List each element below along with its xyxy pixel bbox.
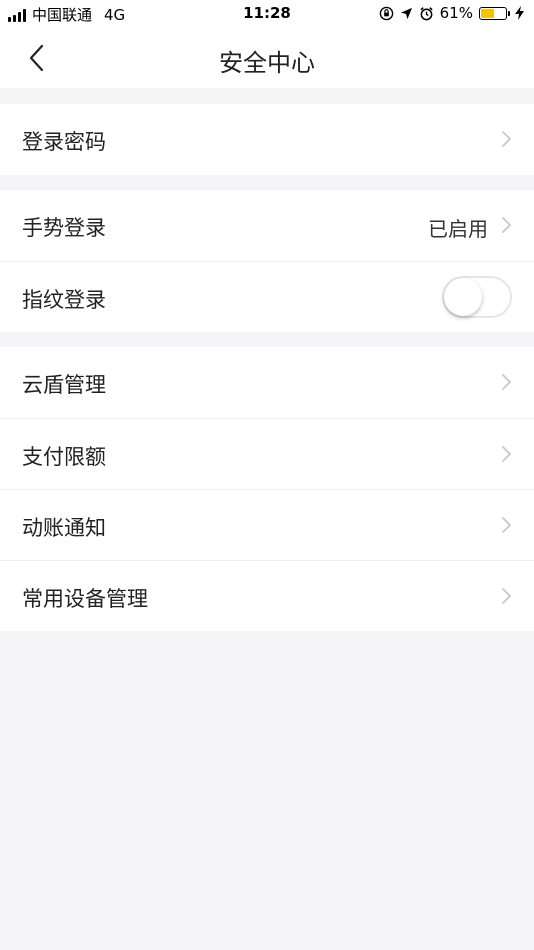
chevron-right-icon	[502, 217, 511, 233]
chevron-right-icon	[502, 517, 511, 533]
row-login-password[interactable]: 登录密码	[0, 104, 534, 175]
row-label: 常用设备管理	[22, 587, 148, 611]
row-payment-limit[interactable]: 支付限额	[0, 418, 534, 489]
settings-group-login-methods: 手势登录 已启用 指纹登录	[0, 190, 534, 332]
battery-percent: 61%	[439, 4, 473, 22]
settings-group-management: 云盾管理 支付限额 动账通知 常用设备管理	[0, 347, 534, 631]
alarm-icon	[420, 6, 433, 20]
status-right: 61%	[379, 4, 524, 22]
row-label: 云盾管理	[22, 373, 106, 397]
settings-group-password: 登录密码	[0, 104, 534, 175]
row-label: 登录密码	[22, 130, 106, 154]
status-bar: 中国联通 4G 11:28 61%	[0, 0, 534, 28]
row-account-notification[interactable]: 动账通知	[0, 489, 534, 560]
rotation-lock-icon	[379, 6, 393, 20]
charging-icon	[515, 6, 524, 20]
navigation-bar: 安全中心	[0, 28, 534, 88]
chevron-right-icon	[502, 374, 511, 390]
row-gesture-login[interactable]: 手势登录 已启用	[0, 190, 534, 261]
row-device-management[interactable]: 常用设备管理	[0, 560, 534, 631]
chevron-right-icon	[502, 588, 511, 604]
fingerprint-toggle[interactable]	[442, 276, 512, 318]
chevron-right-icon	[502, 446, 511, 462]
toggle-knob	[444, 278, 482, 316]
battery-level-fill	[481, 8, 494, 18]
row-cloud-shield[interactable]: 云盾管理	[0, 347, 534, 418]
page-title: 安全中心	[219, 49, 315, 77]
chevron-right-icon	[502, 131, 511, 147]
row-label: 手势登录	[22, 216, 106, 240]
row-label: 支付限额	[22, 445, 106, 469]
row-label: 动账通知	[22, 516, 106, 540]
row-status-value: 已启用	[428, 217, 488, 241]
row-fingerprint-login: 指纹登录	[0, 261, 534, 332]
location-icon	[400, 7, 412, 19]
battery-icon	[479, 6, 510, 20]
row-label: 指纹登录	[22, 288, 106, 312]
